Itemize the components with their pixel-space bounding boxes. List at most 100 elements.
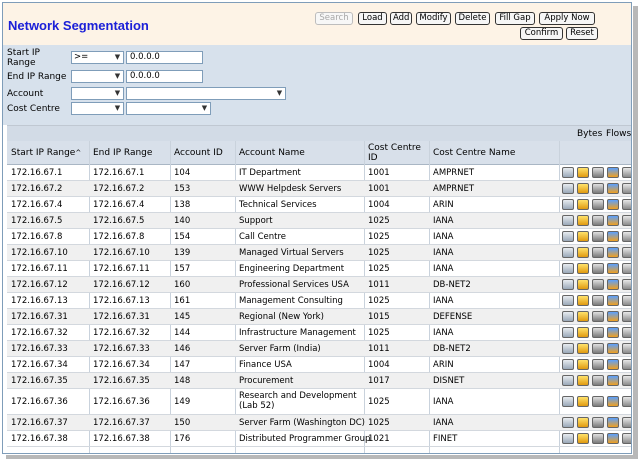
flows-chart-icon[interactable] [607, 279, 619, 290]
delete-icon[interactable] [622, 359, 631, 370]
confirm-button[interactable]: Confirm [520, 27, 563, 40]
bytes-chart-icon[interactable] [577, 199, 589, 210]
details-icon[interactable] [562, 311, 574, 322]
delete-icon[interactable] [622, 327, 631, 338]
flows-chart-icon[interactable] [607, 375, 619, 386]
cost-centre-select[interactable]: ▼ [126, 102, 211, 115]
flows-chart-icon[interactable] [607, 215, 619, 226]
flows-chart-icon[interactable] [607, 417, 619, 428]
details-icon[interactable] [562, 263, 574, 274]
bytes-chart-icon[interactable] [577, 167, 589, 178]
edit-icon[interactable] [592, 375, 604, 386]
table-row[interactable]: 172.16.67.1 172.16.67.1 104 IT Department 10… [7, 165, 631, 181]
details-icon[interactable] [562, 279, 574, 290]
col-account-name[interactable]: Account Name [239, 148, 305, 158]
col-end-ip[interactable]: End IP Range [93, 148, 152, 158]
delete-icon[interactable] [622, 199, 631, 210]
flows-chart-icon[interactable] [607, 311, 619, 322]
bytes-chart-icon[interactable] [577, 263, 589, 274]
delete-icon[interactable] [622, 311, 631, 322]
apply-now-button[interactable]: Apply Now [539, 12, 595, 25]
edit-icon[interactable] [592, 327, 604, 338]
table-row[interactable]: 172.16.67.2 172.16.67.2 153 WWW Helpdesk Se… [7, 181, 631, 197]
flows-chart-icon[interactable] [607, 167, 619, 178]
edit-icon[interactable] [592, 215, 604, 226]
bytes-chart-icon[interactable] [577, 183, 589, 194]
details-icon[interactable] [562, 295, 574, 306]
edit-icon[interactable] [592, 396, 604, 407]
delete-icon[interactable] [622, 215, 631, 226]
flows-chart-icon[interactable] [607, 327, 619, 338]
flows-chart-icon[interactable] [607, 199, 619, 210]
details-icon[interactable] [562, 215, 574, 226]
table-row[interactable]: 172.16.67.8 172.16.67.8 154 Call Centre 1025… [7, 229, 631, 245]
bytes-chart-icon[interactable] [577, 417, 589, 428]
bytes-chart-icon[interactable] [577, 359, 589, 370]
bytes-chart-icon[interactable] [577, 311, 589, 322]
details-icon[interactable] [562, 183, 574, 194]
flows-chart-icon[interactable] [607, 359, 619, 370]
details-icon[interactable] [562, 247, 574, 258]
bytes-chart-icon[interactable] [577, 396, 589, 407]
edit-icon[interactable] [592, 295, 604, 306]
details-icon[interactable] [562, 359, 574, 370]
flows-chart-icon[interactable] [607, 247, 619, 258]
end-ip-operator-select[interactable]: ▼ [71, 70, 124, 83]
table-row[interactable]: 172.16.67.34 172.16.67.34 147 Finance USA 10… [7, 357, 631, 373]
bytes-chart-icon[interactable] [577, 279, 589, 290]
table-row[interactable]: 172.16.67.33 172.16.67.33 146 Server Farm (… [7, 341, 631, 357]
flows-chart-icon[interactable] [607, 263, 619, 274]
flows-chart-icon[interactable] [607, 231, 619, 242]
search-button[interactable]: Search [315, 12, 353, 25]
edit-icon[interactable] [592, 199, 604, 210]
details-icon[interactable] [562, 327, 574, 338]
delete-icon[interactable] [622, 375, 631, 386]
delete-icon[interactable] [622, 263, 631, 274]
flows-chart-icon[interactable] [607, 343, 619, 354]
table-row[interactable]: 172.16.67.38 172.16.67.38 176 Distributed P… [7, 431, 631, 447]
edit-icon[interactable] [592, 417, 604, 428]
edit-icon[interactable] [592, 231, 604, 242]
delete-icon[interactable] [622, 417, 631, 428]
edit-icon[interactable] [592, 279, 604, 290]
details-icon[interactable] [562, 343, 574, 354]
flows-chart-icon[interactable] [607, 183, 619, 194]
table-row[interactable]: 172.16.67.10 172.16.67.10 139 Managed Virtu… [7, 245, 631, 261]
account-select[interactable]: ▼ [126, 87, 286, 100]
col-start-ip[interactable]: Start IP Range^ [11, 148, 81, 158]
edit-icon[interactable] [592, 343, 604, 354]
cost-centre-operator-select[interactable]: ▼ [71, 102, 124, 115]
table-row[interactable]: 172.16.67.35 172.16.67.35 148 Procurement 10… [7, 373, 631, 389]
col-account-id[interactable]: Account ID [174, 148, 223, 158]
table-row[interactable]: 172.16.67.11 172.16.67.11 157 Engineering D… [7, 261, 631, 277]
delete-icon[interactable] [622, 295, 631, 306]
start-ip-operator-select[interactable]: >= ▼ [71, 51, 124, 64]
bytes-chart-icon[interactable] [577, 343, 589, 354]
details-icon[interactable] [562, 375, 574, 386]
details-icon[interactable] [562, 417, 574, 428]
delete-icon[interactable] [622, 433, 631, 444]
table-row[interactable]: 172.16.67.32 172.16.67.32 144 Infrastructur… [7, 325, 631, 341]
col-cost-centre-id[interactable]: Cost Centre ID [368, 143, 421, 163]
edit-icon[interactable] [592, 311, 604, 322]
flows-chart-icon[interactable] [607, 433, 619, 444]
bytes-chart-icon[interactable] [577, 327, 589, 338]
start-ip-input[interactable]: 0.0.0.0 [126, 51, 203, 64]
bytes-chart-icon[interactable] [577, 375, 589, 386]
load-button[interactable]: Load [358, 12, 387, 25]
edit-icon[interactable] [592, 167, 604, 178]
modify-button[interactable]: Modify [416, 12, 451, 25]
flows-chart-icon[interactable] [607, 396, 619, 407]
reset-button[interactable]: Reset [566, 27, 598, 40]
flows-chart-icon[interactable] [607, 295, 619, 306]
fill-gap-button[interactable]: Fill Gap [495, 12, 535, 25]
edit-icon[interactable] [592, 183, 604, 194]
details-icon[interactable] [562, 167, 574, 178]
bytes-chart-icon[interactable] [577, 295, 589, 306]
delete-icon[interactable] [622, 183, 631, 194]
bytes-chart-icon[interactable] [577, 231, 589, 242]
edit-icon[interactable] [592, 247, 604, 258]
bytes-chart-icon[interactable] [577, 215, 589, 226]
col-cost-centre-name[interactable]: Cost Centre Name [433, 148, 515, 158]
end-ip-input[interactable]: 0.0.0.0 [126, 70, 203, 83]
